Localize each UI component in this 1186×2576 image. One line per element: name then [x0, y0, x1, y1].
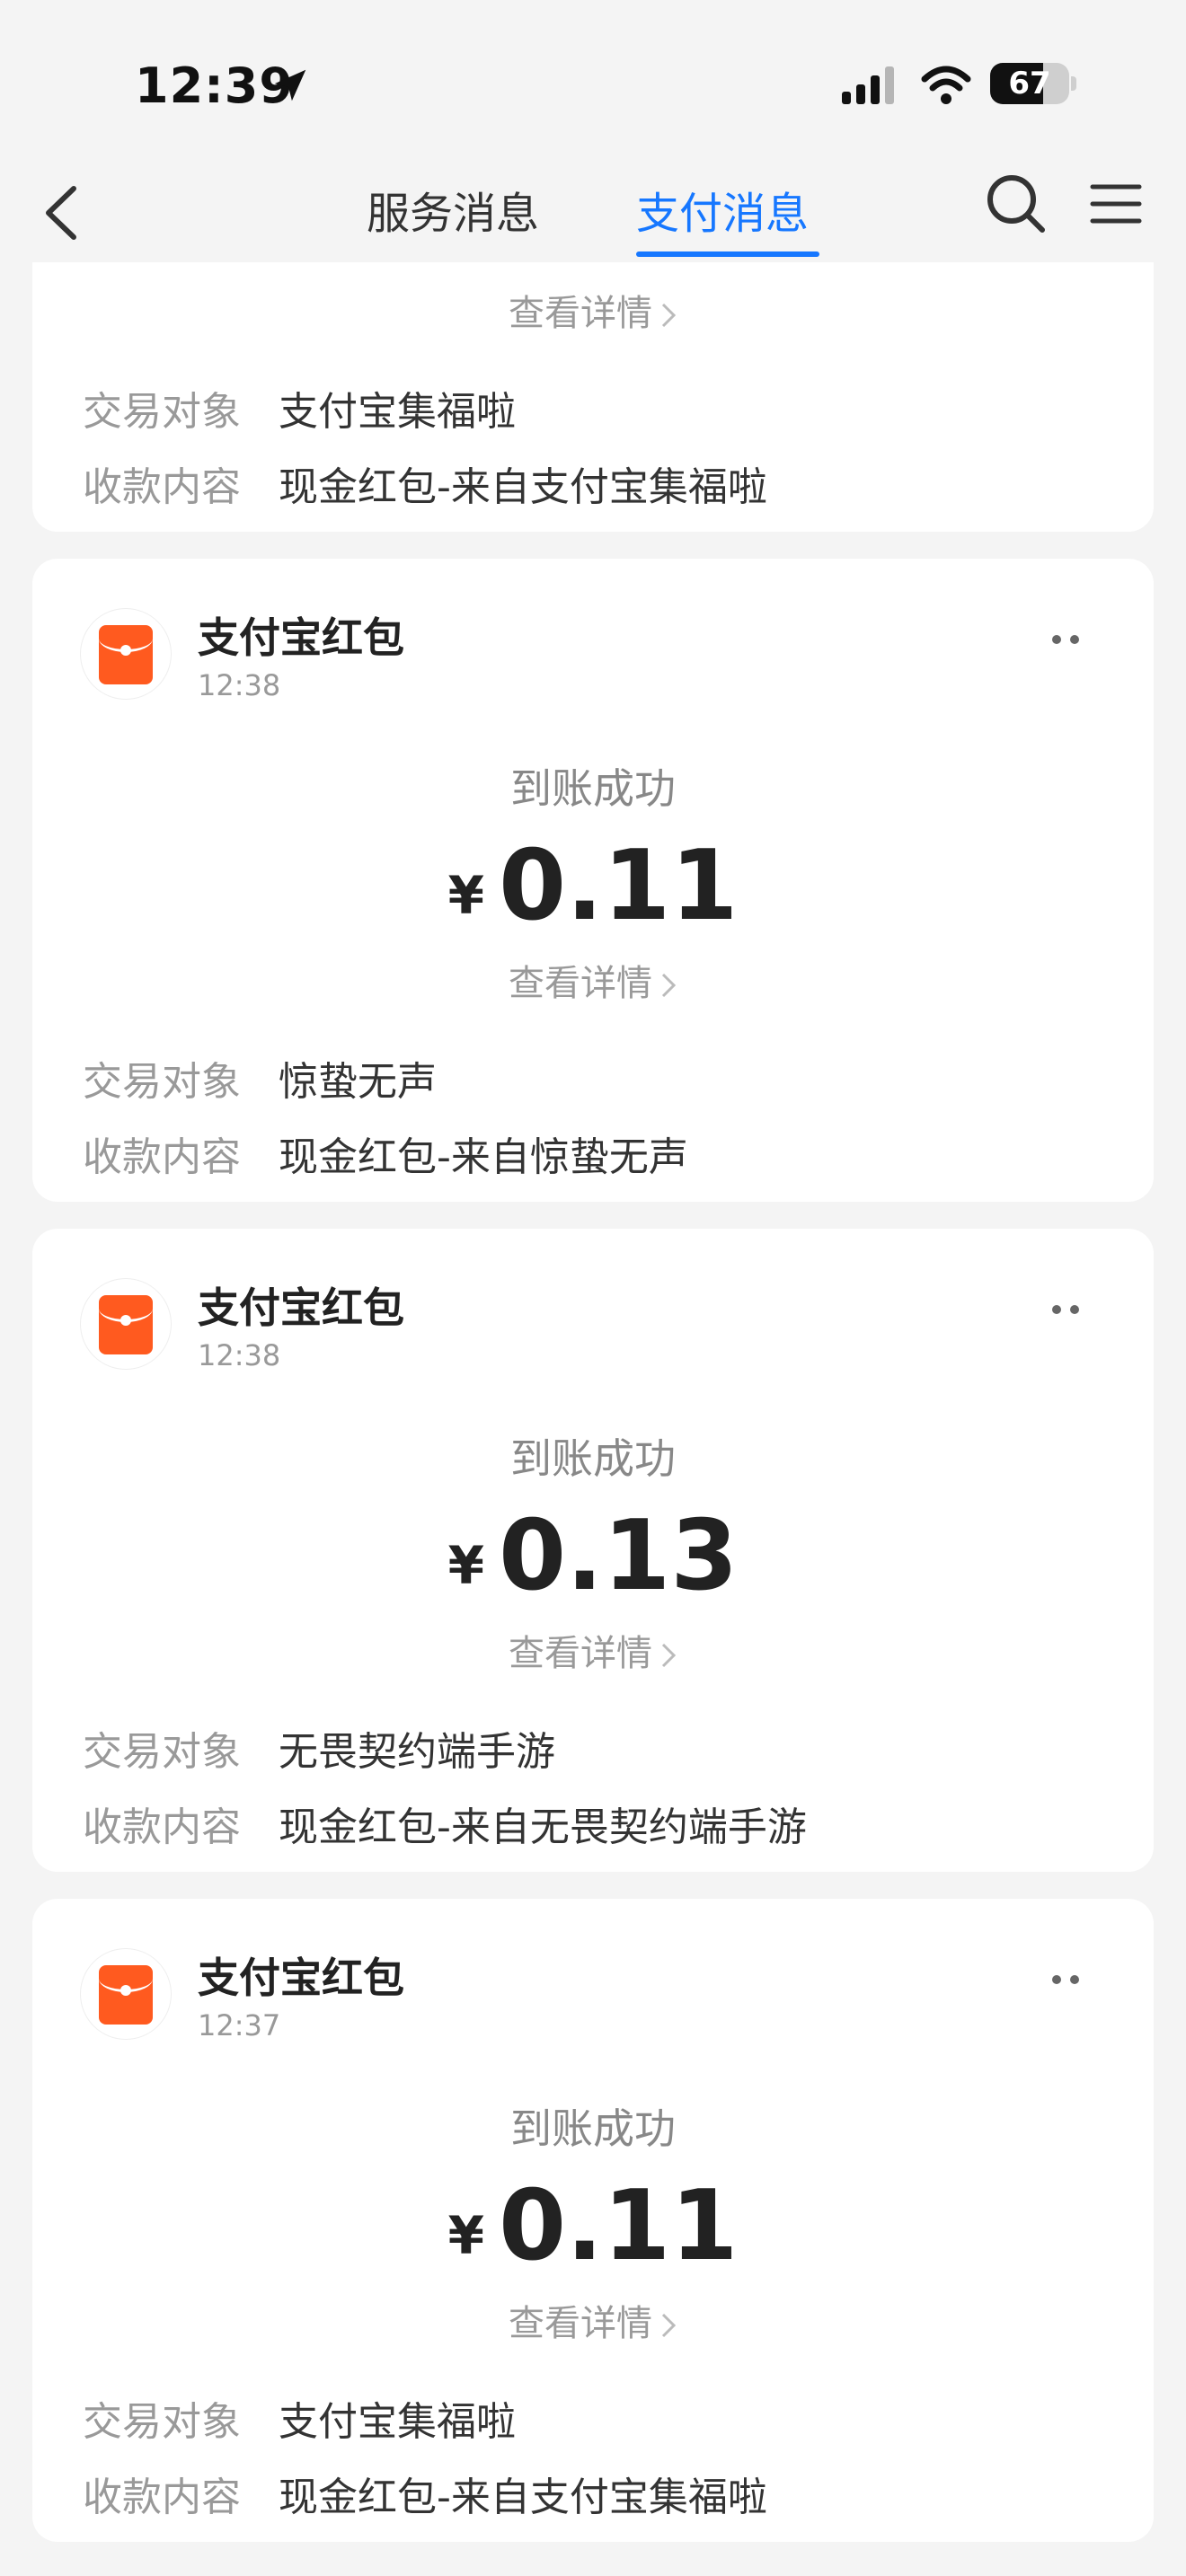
view-details-label: 查看详情 — [509, 293, 652, 334]
message-card[interactable]: 支付宝红包 12:38 到账成功 ¥0.13 查看详情 交易对象 无畏契约端手游 … — [32, 1229, 1154, 1872]
more-options-icon[interactable] — [1048, 631, 1084, 648]
amount-value: 0.13 — [498, 1500, 739, 1612]
currency-symbol: ¥ — [447, 2205, 484, 2266]
cellular-signal-icon — [842, 66, 894, 104]
message-card[interactable]: 支付宝红包 12:37 到账成功 ¥0.11 查看详情 交易对象 支付宝集福啦 收… — [32, 1899, 1154, 2542]
view-details-link[interactable]: 查看详情 — [32, 2294, 1154, 2346]
view-details-label: 查看详情 — [509, 1633, 652, 1674]
card-title: 支付宝红包 — [198, 613, 404, 662]
red-packet-icon — [81, 1279, 171, 1369]
counterparty-label: 交易对象 — [83, 1059, 241, 1105]
view-details-link[interactable]: 查看详情 — [32, 1624, 1154, 1676]
amount: ¥0.11 — [32, 830, 1154, 942]
wifi-icon — [921, 66, 971, 104]
amount-value: 0.11 — [499, 262, 738, 272]
battery-level: 67 — [1008, 66, 1051, 101]
currency-symbol: ¥ — [447, 865, 484, 926]
message-card[interactable]: 支付宝红包 12:38 到账成功 ¥0.11 查看详情 交易对象 惊蛰无声 收款内… — [32, 559, 1154, 1202]
top-nav: 服务消息 支付消息 — [0, 171, 1186, 260]
view-details-label: 查看详情 — [509, 963, 652, 1004]
content-label: 收款内容 — [83, 1804, 241, 1850]
counterparty-row: 交易对象 惊蛰无声 — [83, 1049, 437, 1107]
tab-payment-messages[interactable]: 支付消息 — [636, 178, 809, 250]
card-status: 到账成功 — [510, 1434, 676, 1483]
currency-symbol: ¥ — [447, 1535, 484, 1596]
counterparty-label: 交易对象 — [83, 2399, 241, 2445]
content-row: 收款内容 现金红包-来自支付宝集福啦 — [83, 2465, 767, 2522]
message-feed[interactable]: 支付宝红包 到账成功 ¥0.11 查看详情 交易对象支付宝集福啦 收款内容现金红… — [0, 262, 1186, 2576]
content-row: 收款内容 现金红包-来自无畏契约端手游 — [83, 1795, 807, 1852]
status-bar: 12:39 67 — [0, 0, 1186, 171]
red-packet-icon — [81, 1949, 171, 2039]
counterparty-label: 交易对象 — [83, 1729, 241, 1775]
message-card[interactable]: 支付宝红包 到账成功 ¥0.11 查看详情 交易对象支付宝集福啦 收款内容现金红… — [32, 262, 1154, 532]
content-value: 现金红包-来自无畏契约端手游 — [279, 1804, 807, 1850]
content-row: 收款内容 现金红包-来自支付宝集福啦 — [83, 454, 767, 512]
red-packet-icon — [81, 609, 171, 699]
tab-service-messages[interactable]: 服务消息 — [367, 178, 539, 250]
amount-value: 0.11 — [498, 830, 739, 942]
menu-icon[interactable] — [1089, 181, 1143, 226]
content-value: 现金红包-来自支付宝集福啦 — [279, 2475, 767, 2520]
card-time: 12:37 — [198, 2008, 281, 2042]
counterparty-row: 交易对象 支付宝集福啦 — [83, 2389, 516, 2447]
amount: ¥0.11 — [32, 262, 1154, 272]
counterparty-value: 无畏契约端手游 — [279, 1729, 555, 1775]
more-options-icon[interactable] — [1048, 1301, 1084, 1319]
counterparty-row: 交易对象 支付宝集福啦 — [83, 379, 516, 437]
view-details-link[interactable]: 查看详情 — [32, 284, 1154, 336]
amount: ¥0.13 — [32, 1500, 1154, 1612]
content-value: 现金红包-来自惊蛰无声 — [279, 1134, 688, 1180]
counterparty-value: 支付宝集福啦 — [279, 389, 516, 435]
active-tab-underline — [636, 251, 819, 257]
chevron-right-icon — [661, 2313, 677, 2338]
card-status: 到账成功 — [510, 764, 676, 813]
counterparty-value: 支付宝集福啦 — [279, 2399, 516, 2445]
counterparty-row: 交易对象 无畏契约端手游 — [83, 1719, 555, 1777]
content-label: 收款内容 — [83, 464, 241, 510]
card-status: 到账成功 — [510, 2104, 676, 2153]
chevron-right-icon — [661, 973, 677, 998]
card-title: 支付宝红包 — [198, 1954, 404, 2002]
battery-indicator: 67 — [990, 63, 1076, 106]
more-options-icon[interactable] — [1048, 1971, 1084, 1989]
amount-value: 0.11 — [498, 2170, 739, 2282]
content-label: 收款内容 — [83, 2475, 241, 2520]
back-chevron-icon[interactable] — [40, 181, 84, 244]
counterparty-value: 惊蛰无声 — [279, 1059, 437, 1105]
card-time: 12:38 — [198, 668, 281, 702]
chevron-right-icon — [661, 1643, 677, 1668]
view-details-label: 查看详情 — [509, 2303, 652, 2344]
view-details-link[interactable]: 查看详情 — [32, 954, 1154, 1006]
content-row: 收款内容 现金红包-来自惊蛰无声 — [83, 1125, 688, 1182]
content-value: 现金红包-来自支付宝集福啦 — [279, 464, 767, 510]
card-time: 12:38 — [198, 1338, 281, 1372]
location-arrow-icon — [274, 69, 306, 101]
chevron-right-icon — [661, 303, 677, 328]
counterparty-label: 交易对象 — [83, 389, 241, 435]
content-label: 收款内容 — [83, 1134, 241, 1180]
card-title: 支付宝红包 — [198, 1284, 404, 1332]
amount: ¥0.11 — [32, 2170, 1154, 2282]
search-icon[interactable] — [985, 172, 1048, 235]
